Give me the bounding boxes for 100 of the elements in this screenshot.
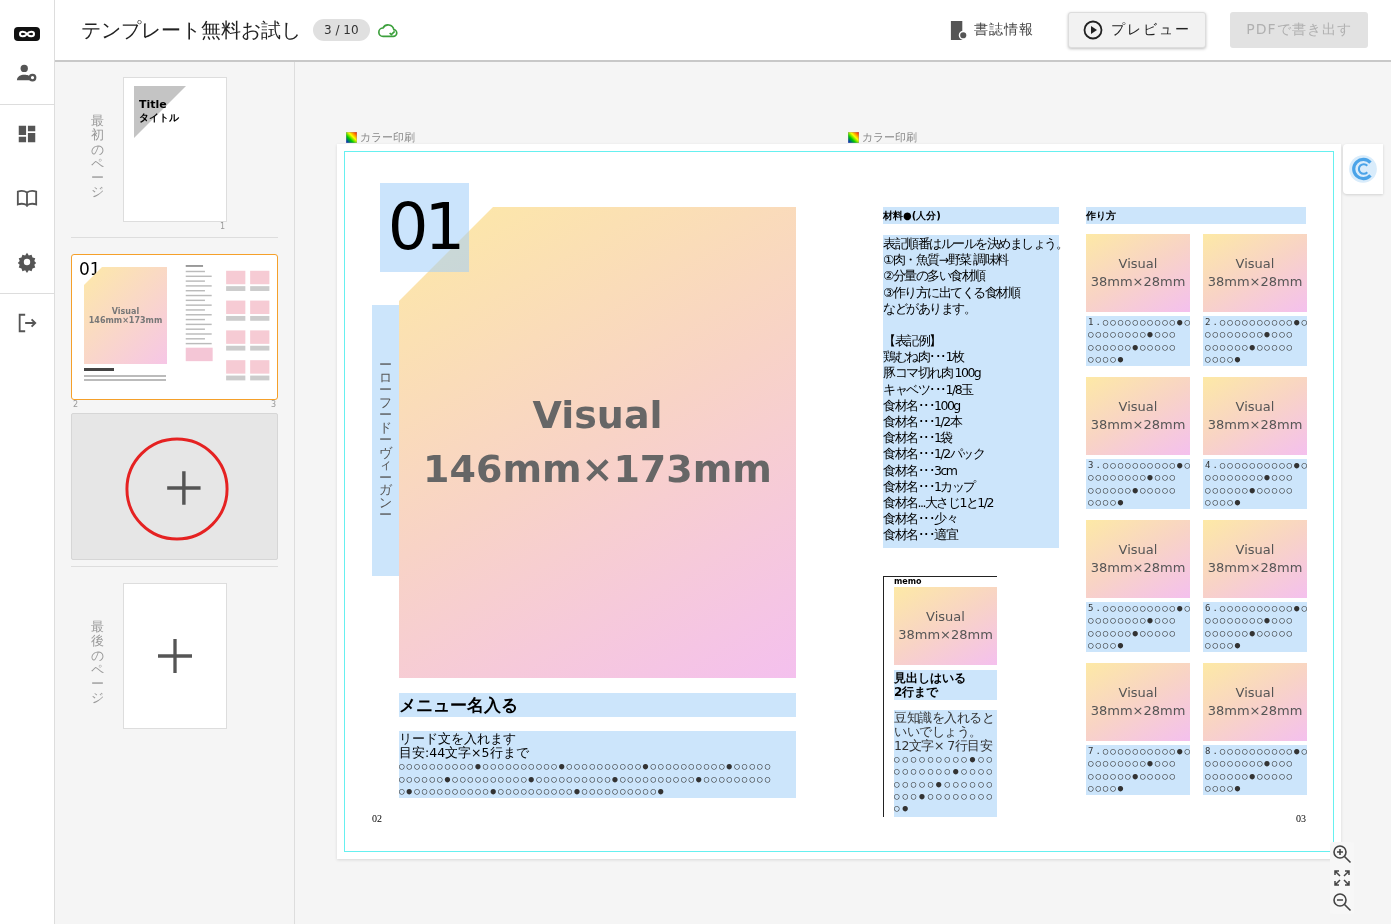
ingredient-line: キャベツ･･･1/8玉 bbox=[883, 381, 975, 398]
last-page-label: 最後のページ bbox=[89, 618, 105, 708]
page-number: 1 bbox=[219, 222, 225, 231]
steps-heading: 作り方 bbox=[1086, 207, 1306, 224]
c-logo-icon[interactable] bbox=[1347, 153, 1379, 185]
ingredient-line: 食材名･･･1/2本 bbox=[883, 414, 963, 431]
step-line: ○○○○○○●○○○○○ bbox=[1088, 483, 1179, 496]
step-line: ○○○○○○○○●○○○ bbox=[1088, 471, 1179, 484]
lead-line: 目安:44文字×5行まで bbox=[399, 746, 530, 760]
step-line: ○○○○● bbox=[1088, 495, 1127, 509]
ingredient-line: 食材名･･･適宜 bbox=[883, 527, 959, 544]
step-line: 2.○○○○○○○○○○●○ bbox=[1205, 316, 1307, 329]
ingredient-line: 食材名･･･100g bbox=[883, 397, 961, 415]
dashboard-icon[interactable] bbox=[16, 123, 38, 145]
ingredient-line: 食材名･･･1袋 bbox=[883, 430, 953, 447]
step-line: ○○○○○○●○○○○○ bbox=[1088, 769, 1179, 782]
play-icon bbox=[1083, 20, 1103, 40]
ingredient-note-line: ②分量の多い食材順 bbox=[883, 268, 987, 285]
step-line: ○○○○○○●○○○○○ bbox=[1205, 340, 1296, 353]
step-line: ○○○○● bbox=[1205, 638, 1244, 652]
settings-icon[interactable] bbox=[16, 251, 38, 273]
step-line: ○○○○○○●○○○○○ bbox=[1088, 340, 1179, 353]
step-line: ○○○○○○●○○○○○ bbox=[1205, 626, 1296, 639]
step-line: ○○○○● bbox=[1088, 781, 1127, 795]
ingredient-note-line: ③作り方に出てくる食材順 bbox=[883, 284, 1021, 301]
document-title: テンプレート無料お試し bbox=[81, 16, 301, 44]
visual-label: Visual 38mm×28mm bbox=[1207, 684, 1303, 720]
fit-screen-icon[interactable] bbox=[1332, 868, 1352, 888]
step-line: ○○○○○○○○●○○○ bbox=[1205, 757, 1296, 770]
logout-icon[interactable] bbox=[16, 312, 38, 334]
zoom-out-icon[interactable] bbox=[1332, 892, 1352, 912]
step-line: ○○○○● bbox=[1088, 638, 1127, 652]
step-line: ○○○○○○●○○○○○ bbox=[1088, 626, 1179, 639]
cover-thumbnail[interactable]: Title タイトル bbox=[123, 77, 227, 222]
rainbow-icon bbox=[346, 131, 357, 143]
bibliographic-info-button[interactable]: 書誌情報 bbox=[943, 18, 1040, 42]
visual-label: Visual 38mm×28mm bbox=[1090, 541, 1186, 577]
plus-in-circle-icon bbox=[123, 434, 231, 544]
first-page-label: 最初のページ bbox=[89, 112, 105, 202]
thumbnail-title: Title bbox=[139, 98, 167, 111]
menu-title: メニュー名入る bbox=[399, 693, 796, 717]
page-counter: 3 / 10 bbox=[313, 19, 370, 41]
ingredient-line: 【表記例】 bbox=[883, 333, 942, 350]
step-line: ○○○○● bbox=[1205, 352, 1244, 366]
memo-label: memo bbox=[894, 577, 923, 587]
lead-line: ○○○○○○○○○○●○○○○○○○○○○●○○○○○○○○○○●○○○○○○○○○○●○○○○○ bbox=[399, 760, 774, 773]
preview-button[interactable]: プレビュー bbox=[1068, 12, 1206, 48]
ingredient-note-line: 表記順番はルールを決めましょう。 bbox=[883, 236, 1059, 253]
visual-label: Visual 38mm×28mm bbox=[1090, 255, 1186, 291]
step-line: ○○○○○○○○●○○○ bbox=[1088, 757, 1179, 770]
ingredient-line: 食材名･･･1カップ bbox=[883, 478, 977, 496]
user-settings-icon[interactable] bbox=[16, 62, 38, 84]
book-icon[interactable] bbox=[16, 187, 38, 209]
step-line: ○○○○○○○○●○○○ bbox=[1088, 614, 1179, 627]
visual-label: Visual 146mm×173mm bbox=[423, 392, 772, 493]
visual-label: Visual 38mm×28mm bbox=[1090, 398, 1186, 434]
step-line: ○○○○○○○○●○○○ bbox=[1205, 471, 1296, 484]
ingredient-line: 食材名･･･1/2パック bbox=[883, 446, 986, 463]
step-line: 8.○○○○○○○○○○●○ bbox=[1205, 745, 1307, 758]
recipe-number: 01 bbox=[380, 183, 469, 272]
zoom-in-icon[interactable] bbox=[1332, 844, 1352, 864]
step-line: 6.○○○○○○○○○○●○ bbox=[1205, 602, 1307, 615]
page-number: 2 bbox=[73, 400, 79, 409]
color-print-label: カラー印刷 bbox=[839, 130, 1341, 144]
page-number: 3 bbox=[270, 400, 276, 409]
lead-line: ○●○○○○○○○○○○●○○○○○○○○○○●○○○○○○○○○○● bbox=[399, 785, 667, 798]
step-line: ○○○○○○●○○○○○ bbox=[1205, 483, 1296, 496]
lead-line: ○○○○○○●○○○○○○○○○○●○○○○○○○○○○●○○○○○○○○○○●○○○○○○○○○ bbox=[399, 772, 774, 785]
visual-label: Visual 38mm×28mm bbox=[1090, 684, 1186, 720]
memo-line: ○● bbox=[894, 802, 912, 815]
step-line: ○○○○● bbox=[1088, 352, 1127, 366]
memo-line: ○○○●○○○○○○○○ bbox=[894, 789, 997, 803]
memo-line: ○○○○○●○○○○○○ bbox=[894, 777, 997, 790]
ingredient-line: 食材名･･･少々 bbox=[883, 511, 958, 528]
step-line: 7.○○○○○○○○○○●○ bbox=[1088, 745, 1190, 758]
visual-label: Visual 38mm×28mm bbox=[1207, 541, 1303, 577]
ingredient-note-line: ①肉・魚質→野菜 調味料 bbox=[883, 252, 1010, 269]
step-line: 4.○○○○○○○○○○●○ bbox=[1205, 459, 1307, 472]
page-number: 02 bbox=[372, 813, 382, 824]
infinity-logo-icon[interactable] bbox=[14, 26, 40, 42]
step-line: 1.○○○○○○○○○○●○ bbox=[1088, 316, 1190, 329]
step-line: 3.○○○○○○○○○○●○ bbox=[1088, 459, 1190, 472]
step-line: 5.○○○○○○○○○○●○ bbox=[1088, 602, 1190, 615]
ingredient-note-line: などがあります。 bbox=[883, 300, 976, 317]
add-spread-button[interactable] bbox=[71, 413, 278, 560]
visual-label: Visual 38mm×28mm bbox=[1207, 398, 1303, 434]
ingredient-line: 豚コマ切れ肉 100g bbox=[883, 365, 982, 382]
title-triangle-drawing bbox=[134, 86, 186, 138]
step-line: ○○○○○○○○●○○○ bbox=[1088, 328, 1179, 341]
page-number: 03 bbox=[1296, 813, 1306, 824]
ingredient-line: 鶏むね肉･･･1枚 bbox=[883, 349, 965, 366]
memo-text: 豆知識を入れるといいでしょう。 12文字× 7行目安 bbox=[894, 711, 995, 753]
tag-strip: ーローフードーヴィーガンー bbox=[372, 305, 399, 576]
step-line: ○○○○○○○○●○○○ bbox=[1205, 614, 1296, 627]
memo-line: ○○○○○○○○○●○○ bbox=[894, 753, 997, 766]
ingredient-line: 食材名･･･3cm bbox=[883, 462, 958, 479]
visual-label: Visual 38mm×28mm bbox=[1207, 255, 1303, 291]
plus-icon bbox=[158, 639, 192, 673]
ingredients-heading: 材料●(人分) bbox=[883, 207, 1059, 224]
step-line: ○○○○○○●○○○○○ bbox=[1205, 769, 1296, 782]
